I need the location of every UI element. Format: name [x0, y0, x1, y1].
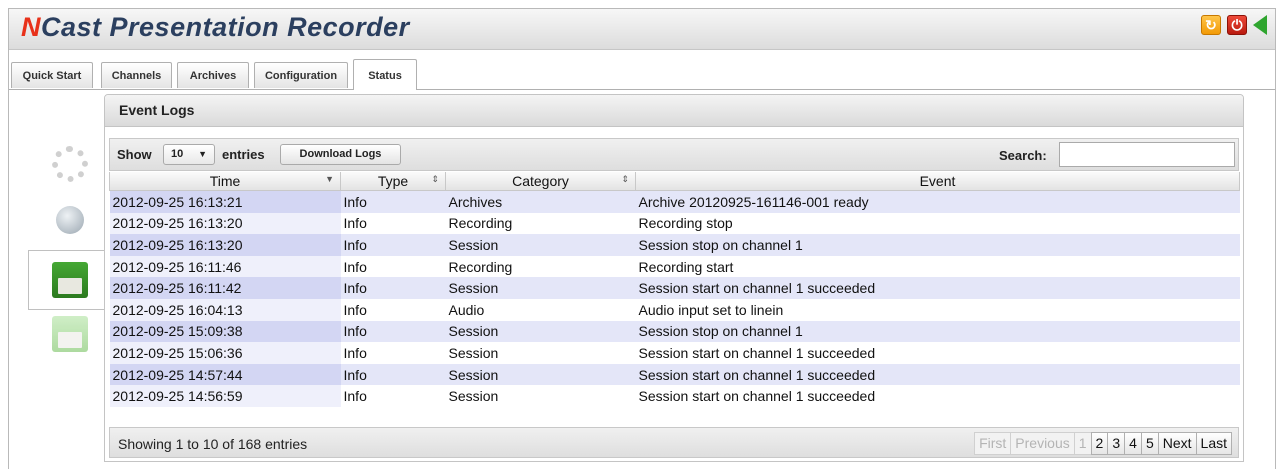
cell-type: Info — [340, 320, 446, 343]
globe-icon[interactable] — [56, 206, 84, 234]
pager-page-4[interactable]: 4 — [1124, 432, 1142, 455]
table-row[interactable]: 2012-09-25 14:57:44 Info Session Session st… — [109, 363, 1240, 386]
cell-type: Info — [340, 255, 446, 278]
search-input[interactable] — [1059, 142, 1235, 167]
cell-event: Session stop on channel 1 — [635, 320, 1240, 343]
cell-time: 2012-09-25 16:13:20 — [109, 212, 341, 235]
column-header-category[interactable]: Category ⇕ — [445, 172, 636, 191]
table-row[interactable]: 2012-09-25 16:04:13 Info Audio Audio input … — [109, 298, 1240, 321]
cell-event: Session start on channel 1 succeeded — [635, 342, 1240, 364]
cell-category: Session — [445, 385, 636, 407]
column-header-time[interactable]: Time ▼ — [109, 172, 341, 191]
cell-event: Audio input set to linein — [635, 298, 1240, 321]
cell-event: Session start on channel 1 succeeded — [635, 277, 1240, 299]
refresh-icon[interactable]: ↻ — [1201, 15, 1221, 35]
pagination: First Previous 1 2 3 4 5 Next Last — [974, 432, 1232, 455]
cell-time: 2012-09-25 16:13:21 — [109, 190, 341, 213]
table-row[interactable]: 2012-09-25 16:13:21 Info Archives Archive 2… — [109, 190, 1240, 213]
cell-time: 2012-09-25 16:04:13 — [109, 298, 341, 321]
table-row[interactable]: 2012-09-25 15:09:38 Info Session Session st… — [109, 320, 1240, 343]
pager-page-2[interactable]: 2 — [1090, 432, 1109, 455]
cell-category: Session — [445, 277, 636, 299]
download-logs-button[interactable]: Download Logs — [280, 144, 401, 165]
sort-both-icon: ⇕ — [431, 174, 439, 184]
column-header-type[interactable]: Type ⇕ — [340, 172, 446, 191]
app-title: NCast Presentation Recorder — [21, 12, 410, 42]
pager-next-button[interactable]: Next — [1157, 432, 1197, 455]
tab-archives[interactable]: Archives — [177, 62, 249, 88]
cell-type: Info — [340, 234, 446, 256]
cell-category: Audio — [445, 298, 636, 321]
pager-last-button[interactable]: Last — [1195, 432, 1232, 455]
cell-category: Session — [445, 363, 636, 386]
archive-drawer-icon[interactable] — [52, 316, 88, 352]
tab-channels[interactable]: Channels — [101, 62, 172, 88]
cell-event: Archive 20120925-161146-001 ready — [635, 190, 1240, 213]
cell-time: 2012-09-25 16:13:20 — [109, 234, 341, 256]
back-arrow-icon[interactable] — [1253, 15, 1267, 35]
show-label: Show — [117, 147, 152, 162]
page-size-select[interactable]: 10 ▼ — [163, 144, 215, 165]
pager-previous-button[interactable]: Previous — [1010, 432, 1075, 455]
table-row[interactable]: 2012-09-25 16:13:20 Info Recording Recordin… — [109, 212, 1240, 235]
entries-label: entries — [222, 147, 265, 162]
chevron-down-icon: ▼ — [198, 149, 207, 159]
cell-time: 2012-09-25 16:11:46 — [109, 255, 341, 278]
app-header: NCast Presentation Recorder ↻ ⏻ — [9, 9, 1275, 50]
table-toolbar: Show 10 ▼ entries Download Logs Search: — [109, 138, 1239, 171]
pager-page-1[interactable]: 1 — [1073, 432, 1092, 455]
search-label: Search: — [999, 148, 1047, 163]
cell-type: Info — [340, 342, 446, 364]
sort-both-icon: ⇕ — [621, 174, 629, 184]
table-row[interactable]: 2012-09-25 16:13:20 Info Session Session st… — [109, 234, 1240, 256]
power-icon[interactable]: ⏻ — [1227, 15, 1247, 35]
tab-quick-start[interactable]: Quick Start — [11, 62, 93, 88]
cell-event: Session start on channel 1 succeeded — [635, 385, 1240, 407]
pager-page-5[interactable]: 5 — [1140, 432, 1159, 455]
header-actions: ↻ ⏻ — [1201, 15, 1267, 35]
tab-configuration[interactable]: Configuration — [254, 62, 348, 88]
cell-type: Info — [340, 363, 446, 386]
cell-time: 2012-09-25 14:56:59 — [109, 385, 341, 407]
cell-category: Session — [445, 234, 636, 256]
column-header-event[interactable]: Event — [635, 172, 1240, 191]
cell-event: Recording start — [635, 255, 1240, 278]
archive-drawer-icon[interactable] — [52, 262, 88, 298]
cell-type: Info — [340, 190, 446, 213]
entries-info: Showing 1 to 10 of 168 entries — [118, 436, 308, 452]
cell-category: Session — [445, 342, 636, 364]
tab-status[interactable]: Status — [353, 59, 417, 90]
panel-title: Event Logs — [105, 95, 1243, 127]
table-row[interactable]: 2012-09-25 15:06:36 Info Session Session st… — [109, 342, 1240, 364]
cell-type: Info — [340, 212, 446, 235]
pager-first-button[interactable]: First — [974, 432, 1012, 455]
cell-category: Session — [445, 320, 636, 343]
sort-desc-icon: ▼ — [325, 174, 334, 184]
cell-category: Recording — [445, 255, 636, 278]
cell-time: 2012-09-25 15:09:38 — [109, 320, 341, 343]
cell-time: 2012-09-25 15:06:36 — [109, 342, 341, 364]
cell-category: Recording — [445, 212, 636, 235]
cell-event: Session start on channel 1 succeeded — [635, 363, 1240, 386]
table-row[interactable]: 2012-09-25 16:11:46 Info Recording Recordin… — [109, 255, 1240, 278]
cell-event: Session stop on channel 1 — [635, 234, 1240, 256]
pager-page-3[interactable]: 3 — [1107, 432, 1126, 455]
table-header-row: Time ▼ Type ⇕ Category ⇕ Event — [109, 172, 1240, 191]
tab-bar: Quick Start Channels Archives Configurat… — [9, 59, 1275, 90]
cell-category: Archives — [445, 190, 636, 213]
cell-event: Recording stop — [635, 212, 1240, 235]
table-row[interactable]: 2012-09-25 16:11:42 Info Session Session st… — [109, 277, 1240, 299]
cell-time: 2012-09-25 14:57:44 — [109, 363, 341, 386]
cell-time: 2012-09-25 16:11:42 — [109, 277, 341, 299]
cell-type: Info — [340, 385, 446, 407]
cell-type: Info — [340, 277, 446, 299]
table-footer: Showing 1 to 10 of 168 entries First Pre… — [109, 427, 1239, 458]
cell-type: Info — [340, 298, 446, 321]
table-row[interactable]: 2012-09-25 14:56:59 Info Session Session st… — [109, 385, 1240, 407]
event-log-table: Time ▼ Type ⇕ Category ⇕ Event 2012-09-25 1… — [109, 172, 1240, 407]
gear-icon[interactable] — [52, 146, 88, 182]
event-logs-panel: Event Logs Show 10 ▼ entries Download Log… — [104, 94, 1244, 462]
